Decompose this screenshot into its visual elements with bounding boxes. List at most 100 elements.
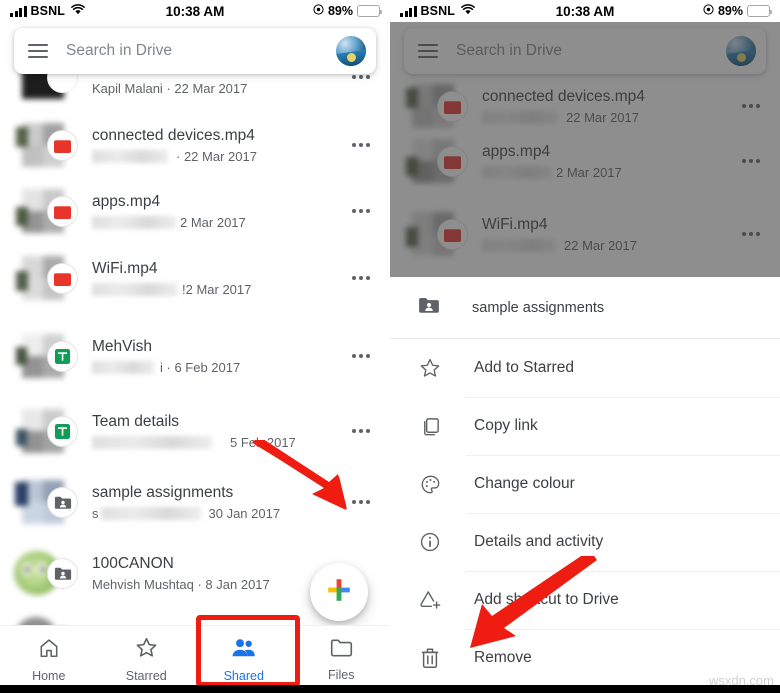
palette-icon	[418, 474, 442, 495]
bottom-sheet-header: sample assignments	[390, 277, 780, 339]
trash-bin-icon	[418, 647, 442, 669]
nav-label-shared: Shared	[223, 668, 264, 683]
menu-item-details-and-activity[interactable]: Details and activity	[390, 513, 780, 571]
file-date: 2 Mar 2017	[180, 214, 246, 230]
nav-label-files: Files	[328, 668, 355, 682]
bottom-sheet-title: sample assignments	[472, 299, 605, 316]
bottom-sheet-menu: sample assignments Add to Starred Copy l…	[390, 277, 780, 693]
overflow-menu-icon[interactable]	[346, 263, 376, 293]
status-bar-left: BSNL	[400, 2, 475, 20]
menu-label-change-colour: Change colour	[474, 475, 575, 492]
file-thumbnail	[14, 189, 78, 233]
status-bar-left: BSNL	[10, 2, 85, 20]
list-item-team-details[interactable]: Team details 5 Feb 2017	[0, 398, 390, 464]
info-circle-icon	[418, 531, 442, 553]
shared-folder-icon	[47, 487, 78, 518]
shared-folder-icon	[47, 558, 78, 589]
google-sheets-icon	[47, 416, 78, 447]
file-name: apps.mp4	[92, 193, 161, 211]
right-phone-screen: BSNL 10:38 AM 89% sample assignments Add…	[390, 0, 780, 693]
search-input[interactable]: Search in Drive	[66, 42, 336, 60]
nav-item-starred[interactable]: Starred	[98, 626, 196, 693]
modal-scrim-overlay[interactable]	[390, 0, 780, 277]
menu-label-add-to-starred: Add to Starred	[474, 359, 574, 376]
menu-item-copy-link[interactable]: Copy link	[390, 397, 780, 455]
list-item-mehvish[interactable]: MehVish i · 6 Feb 2017	[0, 323, 390, 389]
menu-item-change-colour[interactable]: Change colour	[390, 455, 780, 513]
google-sheets-icon	[47, 341, 78, 372]
carrier-label: BSNL	[420, 4, 455, 18]
home-icon	[38, 637, 60, 664]
star-outline-icon	[135, 636, 158, 664]
menu-label-copy-link: Copy link	[474, 417, 538, 434]
file-owner-blurred	[92, 435, 212, 449]
overflow-menu-icon[interactable]	[346, 416, 376, 446]
file-meta: sample assignments s 30 Jan 2017	[92, 483, 346, 520]
nav-label-starred: Starred	[125, 669, 167, 683]
status-bar: BSNL 10:38 AM 89%	[0, 0, 390, 22]
list-item-connected-devices[interactable]: connected devices.mp4 · 22 Mar 2017	[0, 112, 390, 178]
overflow-menu-icon[interactable]	[346, 341, 376, 371]
create-new-fab[interactable]	[310, 563, 368, 621]
bottom-navigation[interactable]: Home Starred Shared Files	[0, 625, 390, 693]
status-bar: BSNL 10:38 AM 89%	[390, 0, 780, 22]
location-services-icon	[703, 2, 714, 20]
bottom-black-strip	[0, 685, 390, 693]
file-thumbnail	[14, 480, 78, 524]
carrier-label: BSNL	[30, 4, 65, 18]
overflow-menu-icon[interactable]	[346, 196, 376, 226]
battery-charging-icon	[747, 5, 772, 17]
list-item-wifi[interactable]: WiFi.mp4 !2 Mar 2017	[0, 245, 390, 311]
nav-label-home: Home	[32, 668, 66, 683]
file-owner-blurred	[92, 215, 176, 229]
file-meta: 100CANON Mehvish Mushtaq · 8 Jan 2017	[92, 554, 346, 591]
account-avatar[interactable]	[336, 36, 366, 66]
file-name: Team details	[92, 413, 180, 431]
file-date: 5 Feb 2017	[230, 434, 296, 450]
file-subtitle: Kapil Malani · 22 Mar 2017	[92, 80, 248, 96]
file-thumbnail	[14, 409, 78, 453]
file-owner-blurred	[92, 149, 168, 163]
battery-percent-label: 89%	[717, 4, 743, 18]
location-services-icon	[313, 2, 324, 20]
people-shared-icon	[231, 637, 256, 664]
search-bar[interactable]: Search in Drive	[14, 28, 376, 74]
menu-label-remove: Remove	[474, 649, 532, 666]
file-thumbnail	[14, 256, 78, 300]
signal-bars-icon	[400, 5, 417, 17]
file-thumbnail	[14, 123, 78, 167]
nav-item-files[interactable]: Files	[293, 626, 391, 693]
list-item-apps[interactable]: apps.mp4 2 Mar 2017	[0, 178, 390, 244]
overflow-menu-icon[interactable]	[346, 130, 376, 160]
menu-item-add-to-starred[interactable]: Add to Starred	[390, 339, 780, 397]
battery-charging-icon	[357, 5, 382, 17]
signal-bars-icon	[10, 5, 27, 17]
file-meta: apps.mp4 2 Mar 2017	[92, 192, 346, 230]
file-name: sample assignments	[92, 484, 234, 502]
file-meta: MehVish i · 6 Feb 2017	[92, 337, 346, 375]
hamburger-menu-icon[interactable]	[28, 44, 48, 58]
search-bar-container: Search in Drive	[14, 28, 376, 74]
menu-item-add-shortcut-to-drive[interactable]: Add shortcut to Drive	[390, 571, 780, 629]
file-owner-blurred	[92, 282, 178, 296]
file-name: 100CANON	[92, 555, 174, 573]
video-clapper-icon	[47, 263, 78, 294]
shared-folder-icon	[418, 296, 440, 319]
watermark-label: wsxdn.com	[708, 673, 774, 688]
list-item-sample-assignments[interactable]: sample assignments s 30 Jan 2017	[0, 469, 390, 535]
nav-item-home[interactable]: Home	[0, 626, 98, 693]
overflow-menu-icon[interactable]	[346, 487, 376, 517]
menu-label-details-and-activity: Details and activity	[474, 533, 604, 550]
status-bar-right: 89%	[703, 2, 772, 20]
file-meta: connected devices.mp4 · 22 Mar 2017	[92, 126, 346, 164]
file-date: Mehvish Mushtaq · 8 Jan 2017	[92, 576, 270, 592]
file-thumbnail	[14, 334, 78, 378]
file-meta: Team details 5 Feb 2017	[92, 412, 346, 450]
file-name: connected devices.mp4	[92, 127, 255, 145]
nav-item-shared[interactable]: Shared	[195, 626, 293, 693]
wifi-icon	[461, 2, 475, 20]
file-owner-blurred	[92, 360, 154, 374]
file-date: · 22 Mar 2017	[176, 148, 257, 164]
file-date: !2 Mar 2017	[182, 281, 252, 297]
add-shortcut-icon	[418, 589, 442, 611]
